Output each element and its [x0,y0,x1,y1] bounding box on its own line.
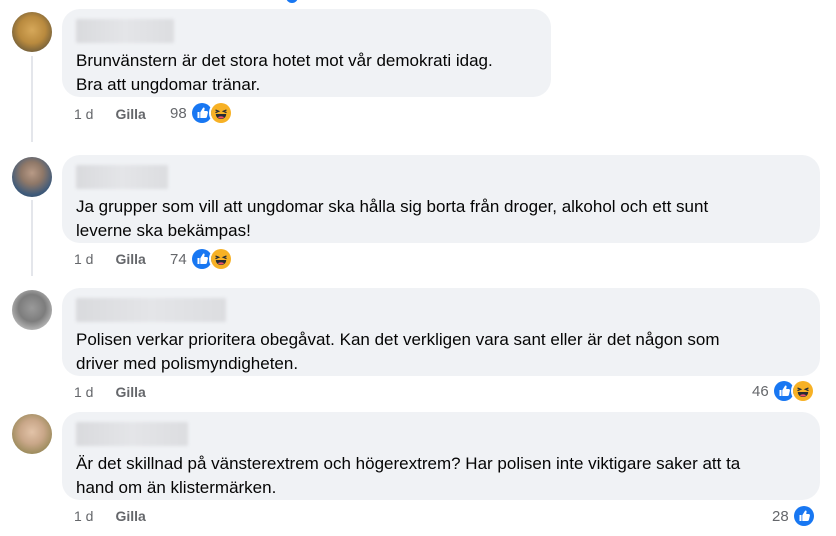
reaction-summary[interactable]: 98 [170,101,233,125]
author-name[interactable] [76,298,226,322]
comment-text: Brunvänstern är det stora hotet mot vår … [76,51,493,94]
reaction-count: 28 [772,507,789,525]
like-button[interactable]: Gilla [115,508,145,524]
author-name[interactable] [76,19,174,43]
comment-bubble: Polisen verkar prioritera obegåvat. Kan … [62,288,820,376]
like-button[interactable]: Gilla [115,384,145,400]
bottom-edge [0,532,836,536]
like-button[interactable]: Gilla [115,106,145,122]
scroll-indicator [286,0,298,3]
comment-meta: 1 d Gilla [74,104,146,124]
avatar[interactable] [12,414,52,454]
avatar[interactable] [12,12,52,52]
comment-bubble: Ja grupper som vill att ungdomar ska hål… [62,155,820,243]
comment-meta: 1 d Gilla [74,382,146,402]
haha-icon [208,101,233,125]
reaction-summary[interactable]: 46 [752,379,815,403]
reaction-count: 98 [170,104,187,122]
comment-meta: 1 d Gilla [74,249,146,269]
reaction-summary[interactable]: 28 [772,504,816,528]
haha-icon [208,247,233,271]
timestamp[interactable]: 1 d [74,106,93,122]
avatar[interactable] [12,290,52,330]
timestamp[interactable]: 1 d [74,384,93,400]
comment-bubble: Brunvänstern är det stora hotet mot vår … [62,9,551,97]
author-name[interactable] [76,165,168,189]
comment-text: Ja grupper som vill att ungdomar ska hål… [76,197,709,240]
reaction-summary[interactable]: 74 [170,247,233,271]
like-icon [791,504,816,528]
author-name[interactable] [76,422,188,446]
avatar[interactable] [12,157,52,197]
comment-bubble: Är det skillnad på vänsterextrem och hög… [62,412,820,500]
comment-text: Är det skillnad på vänsterextrem och hög… [76,454,741,497]
reaction-count: 46 [752,382,769,400]
thread-line [31,200,33,276]
thread-line [31,56,33,142]
like-button[interactable]: Gilla [115,251,145,267]
haha-icon [790,379,815,403]
timestamp[interactable]: 1 d [74,508,93,524]
timestamp[interactable]: 1 d [74,251,93,267]
reaction-count: 74 [170,250,187,268]
comment-text: Polisen verkar prioritera obegåvat. Kan … [76,330,720,373]
comment-meta: 1 d Gilla [74,506,146,526]
